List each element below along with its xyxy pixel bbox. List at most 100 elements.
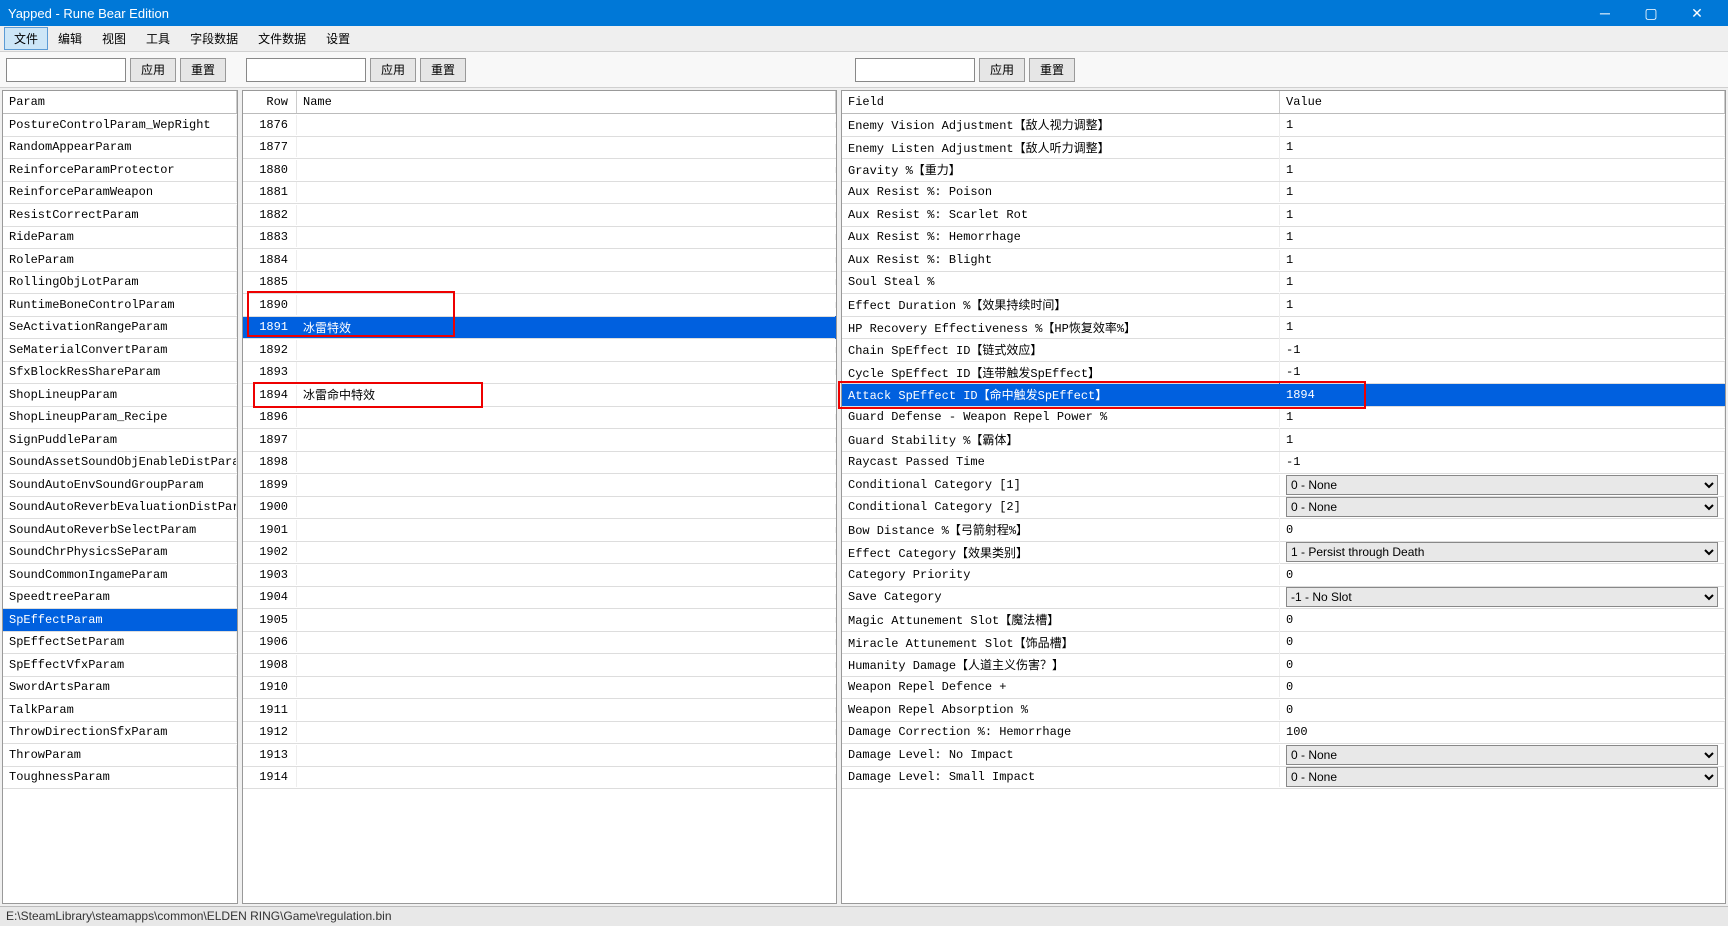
row-row[interactable]: 1905	[243, 609, 836, 632]
field-dropdown[interactable]: 0 - None	[1286, 745, 1718, 765]
field-row[interactable]: Chain SpEffect ID【链式效应】-1	[842, 339, 1725, 362]
row-row[interactable]: 1897	[243, 429, 836, 452]
field-row[interactable]: Bow Distance %【弓箭射程%】0	[842, 519, 1725, 542]
menu-3[interactable]: 工具	[136, 27, 180, 50]
row-row[interactable]: 1885	[243, 272, 836, 295]
field-row[interactable]: Gravity %【重力】1	[842, 159, 1725, 182]
row-row[interactable]: 1894冰雷命中特效	[243, 384, 836, 407]
row-apply-button[interactable]: 应用	[370, 58, 416, 82]
field-dropdown[interactable]: 0 - None	[1286, 767, 1718, 787]
row-row[interactable]: 1876	[243, 114, 836, 137]
row-row[interactable]: 1899	[243, 474, 836, 497]
param-row[interactable]: ToughnessParam	[3, 767, 237, 790]
field-reset-button[interactable]: 重置	[1029, 58, 1075, 82]
menu-4[interactable]: 字段数据	[180, 27, 248, 50]
row-row[interactable]: 1882	[243, 204, 836, 227]
field-row[interactable]: Enemy Listen Adjustment【敌人听力调整】1	[842, 137, 1725, 160]
field-row[interactable]: Guard Stability %【霸体】1	[842, 429, 1725, 452]
param-row[interactable]: RideParam	[3, 227, 237, 250]
field-row[interactable]: Category Priority0	[842, 564, 1725, 587]
field-row[interactable]: Effect Duration %【效果持续时间】1	[842, 294, 1725, 317]
row-row[interactable]: 1911	[243, 699, 836, 722]
param-row[interactable]: SoundAutoReverbEvaluationDistParam	[3, 497, 237, 520]
field-row[interactable]: Miracle Attunement Slot【饰品槽】0	[842, 632, 1725, 655]
menu-6[interactable]: 设置	[316, 27, 360, 50]
row-row[interactable]: 1884	[243, 249, 836, 272]
menu-2[interactable]: 视图	[92, 27, 136, 50]
param-row[interactable]: ReinforceParamWeapon	[3, 182, 237, 205]
param-row[interactable]: SoundAutoEnvSoundGroupParam	[3, 474, 237, 497]
field-row[interactable]: Aux Resist %: Blight1	[842, 249, 1725, 272]
row-row[interactable]: 1900	[243, 497, 836, 520]
row-row[interactable]: 1883	[243, 227, 836, 250]
field-row[interactable]: Effect Category【效果类别】1 - Persist through…	[842, 542, 1725, 565]
menu-5[interactable]: 文件数据	[248, 27, 316, 50]
row-row[interactable]: 1892	[243, 339, 836, 362]
field-row[interactable]: Damage Level: Small Impact0 - None	[842, 767, 1725, 790]
field-row[interactable]: Save Category-1 - No Slot	[842, 587, 1725, 610]
row-row[interactable]: 1893	[243, 362, 836, 385]
field-row[interactable]: Weapon Repel Defence +0	[842, 677, 1725, 700]
row-row[interactable]: 1908	[243, 654, 836, 677]
param-row[interactable]: SpeedtreeParam	[3, 587, 237, 610]
field-row[interactable]: Weapon Repel Absorption %0	[842, 699, 1725, 722]
row-row[interactable]: 1881	[243, 182, 836, 205]
row-row[interactable]: 1902	[243, 542, 836, 565]
field-dropdown[interactable]: -1 - No Slot	[1286, 587, 1718, 607]
row-row[interactable]: 1877	[243, 137, 836, 160]
param-row[interactable]: ThrowParam	[3, 744, 237, 767]
field-row[interactable]: HP Recovery Effectiveness %【HP恢复效率%】1	[842, 317, 1725, 340]
param-row[interactable]: SoundCommonIngameParam	[3, 564, 237, 587]
param-row[interactable]: SoundAutoReverbSelectParam	[3, 519, 237, 542]
param-row[interactable]: SoundChrPhysicsSeParam	[3, 542, 237, 565]
param-row[interactable]: ThrowDirectionSfxParam	[3, 722, 237, 745]
field-filter-input[interactable]	[855, 58, 975, 82]
field-row[interactable]: Humanity Damage【人道主义伤害？】0	[842, 654, 1725, 677]
row-row[interactable]: 1880	[243, 159, 836, 182]
row-row[interactable]: 1901	[243, 519, 836, 542]
row-row[interactable]: 1903	[243, 564, 836, 587]
row-reset-button[interactable]: 重置	[420, 58, 466, 82]
param-row[interactable]: TalkParam	[3, 699, 237, 722]
param-row[interactable]: SpEffectParam	[3, 609, 237, 632]
field-row[interactable]: Guard Defense - Weapon Repel Power %1	[842, 407, 1725, 430]
row-row[interactable]: 1904	[243, 587, 836, 610]
param-apply-button[interactable]: 应用	[130, 58, 176, 82]
param-row[interactable]: SpEffectSetParam	[3, 632, 237, 655]
param-row[interactable]: RandomAppearParam	[3, 137, 237, 160]
field-row[interactable]: Aux Resist %: Scarlet Rot1	[842, 204, 1725, 227]
maximize-button[interactable]: ▢	[1628, 0, 1674, 26]
field-row[interactable]: Cycle SpEffect ID【连带触发SpEffect】-1	[842, 362, 1725, 385]
field-row[interactable]: Enemy Vision Adjustment【敌人视力调整】1	[842, 114, 1725, 137]
row-row[interactable]: 1898	[243, 452, 836, 475]
field-row[interactable]: Damage Correction %: Hemorrhage100	[842, 722, 1725, 745]
field-row[interactable]: Aux Resist %: Hemorrhage1	[842, 227, 1725, 250]
param-row[interactable]: ReinforceParamProtector	[3, 159, 237, 182]
param-row[interactable]: RuntimeBoneControlParam	[3, 294, 237, 317]
param-row[interactable]: SwordArtsParam	[3, 677, 237, 700]
row-row[interactable]: 1891冰雷特效	[243, 317, 836, 340]
param-row[interactable]: SeActivationRangeParam	[3, 317, 237, 340]
row-row[interactable]: 1914	[243, 767, 836, 790]
menu-1[interactable]: 编辑	[48, 27, 92, 50]
row-filter-input[interactable]	[246, 58, 366, 82]
field-row[interactable]: Aux Resist %: Poison1	[842, 182, 1725, 205]
row-row[interactable]: 1890	[243, 294, 836, 317]
param-row[interactable]: ShopLineupParam_Recipe	[3, 407, 237, 430]
param-row[interactable]: SeMaterialConvertParam	[3, 339, 237, 362]
field-row[interactable]: Magic Attunement Slot【魔法槽】0	[842, 609, 1725, 632]
field-row[interactable]: Conditional Category [2]0 - None	[842, 497, 1725, 520]
field-dropdown[interactable]: 1 - Persist through Death	[1286, 542, 1718, 562]
field-dropdown[interactable]: 0 - None	[1286, 475, 1718, 495]
close-button[interactable]: ✕	[1674, 0, 1720, 26]
param-row[interactable]: ResistCorrectParam	[3, 204, 237, 227]
param-filter-input[interactable]	[6, 58, 126, 82]
field-row[interactable]: Soul Steal %1	[842, 272, 1725, 295]
param-row[interactable]: SpEffectVfxParam	[3, 654, 237, 677]
param-row[interactable]: SignPuddleParam	[3, 429, 237, 452]
field-dropdown[interactable]: 0 - None	[1286, 497, 1718, 517]
param-row[interactable]: RollingObjLotParam	[3, 272, 237, 295]
field-row[interactable]: Raycast Passed Time-1	[842, 452, 1725, 475]
row-row[interactable]: 1910	[243, 677, 836, 700]
param-row[interactable]: SfxBlockResShareParam	[3, 362, 237, 385]
